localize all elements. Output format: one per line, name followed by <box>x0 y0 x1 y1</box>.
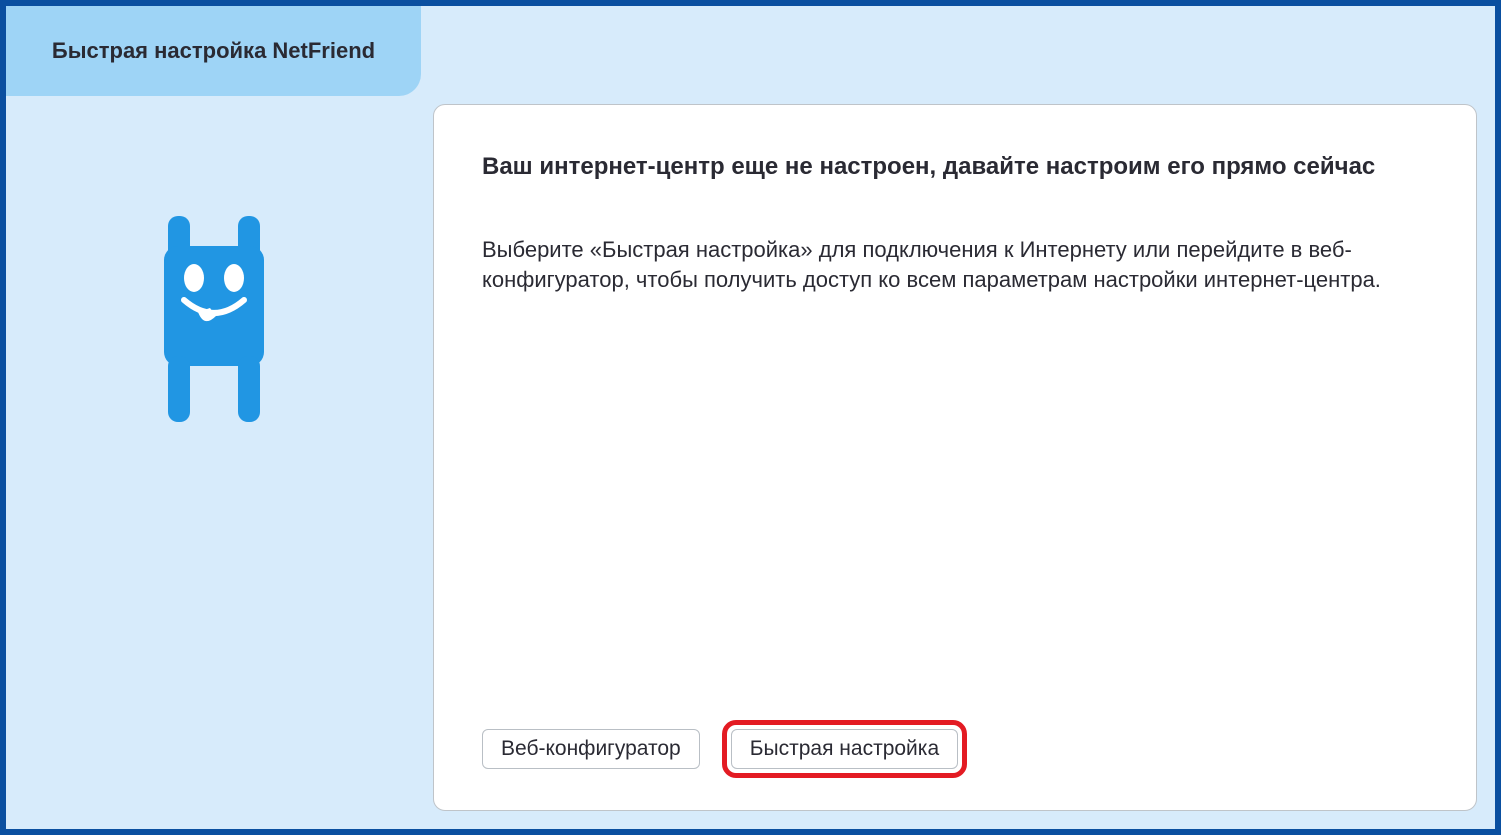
tab-quick-setup[interactable]: Быстрая настройка NetFriend <box>6 6 421 96</box>
body-row: Ваш интернет-центр еще не настроен, дава… <box>6 96 1495 829</box>
content-spacer <box>482 294 1428 719</box>
header-row: Быстрая настройка NetFriend <box>6 6 1495 96</box>
app-window: Быстрая настройка NetFriend <box>0 0 1501 835</box>
quick-setup-highlight: Быстрая настройка <box>722 720 967 778</box>
header-filler <box>421 6 1495 96</box>
quick-setup-button[interactable]: Быстрая настройка <box>731 729 958 769</box>
page-title: Ваш интернет-центр еще не настроен, дава… <box>482 153 1428 181</box>
tab-title: Быстрая настройка NetFriend <box>52 38 375 64</box>
content-wrap: Ваш интернет-центр еще не настроен, дава… <box>421 96 1495 829</box>
button-row: Веб-конфигуратор Быстрая настройка <box>482 720 1428 786</box>
netfriend-mascot-icon <box>154 216 274 426</box>
web-configurator-button[interactable]: Веб-конфигуратор <box>482 729 700 769</box>
sidebar <box>6 96 421 829</box>
page-description: Выберите «Быстрая настройка» для подключ… <box>482 235 1428 294</box>
content-card: Ваш интернет-центр еще не настроен, дава… <box>433 104 1477 811</box>
